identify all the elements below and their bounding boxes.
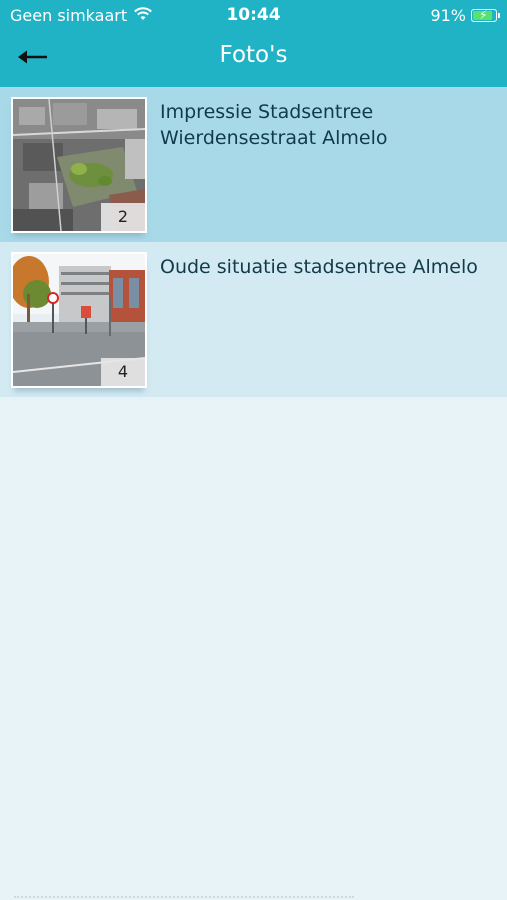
- album-row-impressie[interactable]: 2 Impressie Stadsentree Wierdensestraat …: [0, 87, 507, 242]
- photo-count-badge: 4: [101, 358, 145, 386]
- navigation-bar: Foto's: [0, 30, 507, 87]
- album-row-oude-situatie[interactable]: 4 Oude situatie stadsentree Almelo: [0, 242, 507, 397]
- charging-bolt-icon: ⚡: [479, 8, 488, 22]
- battery-indicator: 91% ⚡: [430, 6, 500, 25]
- album-title: Impressie Stadsentree Wierdensestraat Al…: [160, 101, 388, 149]
- status-bar: Geen simkaart 10:44 91% ⚡: [0, 0, 507, 30]
- home-indicator-divider: [14, 896, 354, 900]
- battery-icon: ⚡: [471, 8, 500, 22]
- album-title: Oude situatie stadsentree Almelo: [160, 256, 478, 278]
- album-thumbnail: 4: [11, 252, 147, 388]
- album-thumbnail: 2: [11, 97, 147, 233]
- top-bar: Geen simkaart 10:44 91% ⚡ Foto's: [0, 0, 507, 87]
- battery-percent: 91%: [430, 6, 466, 25]
- photo-count-badge: 2: [101, 203, 145, 231]
- album-list: 2 Impressie Stadsentree Wierdensestraat …: [0, 87, 507, 397]
- page-title: Foto's: [219, 42, 288, 68]
